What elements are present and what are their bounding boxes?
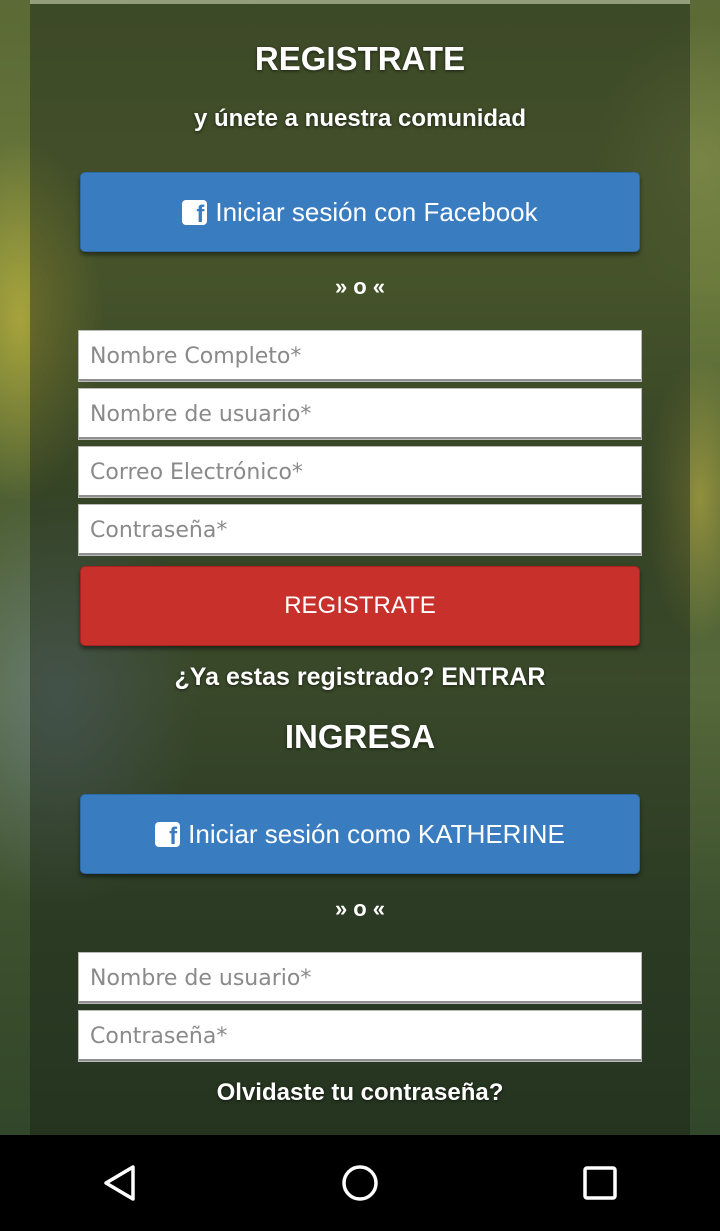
register-submit-button[interactable]: REGISTRATE [80,566,640,646]
login-divider: » o « [30,896,690,922]
register-username-input[interactable] [78,388,642,440]
facebook-login-button[interactable]: f Iniciar sesión con Facebook [80,172,640,252]
home-circle-icon [342,1165,378,1201]
login-password-input[interactable] [78,1010,642,1062]
system-nav-bar [0,1135,720,1231]
recents-button[interactable] [540,1135,660,1231]
double-chevron-right-icon: » [335,274,348,299]
register-password-input[interactable] [78,504,642,556]
facebook-icon: f [155,821,181,848]
back-triangle-icon [104,1165,135,1201]
forgot-password-link[interactable]: Olvidaste tu contraseña? [30,1079,690,1107]
login-title: INGRESA [284,718,436,755]
register-divider: » o « [30,274,690,300]
facebook-icon: f [182,199,208,226]
facebook-login-label: Iniciar sesión con Facebook [215,196,538,227]
double-chevron-right-icon: » [335,896,348,921]
facebook-continue-label: Iniciar sesión como KATHERINE [188,818,565,849]
double-chevron-left-icon: « [372,274,385,299]
divider-text: o [353,274,367,299]
full-name-input[interactable] [78,330,642,382]
register-title: REGISTRATE [254,40,466,77]
double-chevron-left-icon: « [372,896,385,921]
register-subtitle: y únete a nuestra comunidad [193,105,527,132]
login-username-input[interactable] [78,952,642,1004]
email-input[interactable] [78,446,642,498]
divider-text: o [353,896,367,921]
facebook-continue-button[interactable]: f Iniciar sesión como KATHERINE [80,794,640,874]
home-button[interactable] [300,1135,420,1231]
recents-square-icon [583,1166,617,1200]
already-registered-link[interactable]: ¿Ya estas registrado? ENTRAR [30,663,690,692]
back-button[interactable] [60,1135,180,1231]
